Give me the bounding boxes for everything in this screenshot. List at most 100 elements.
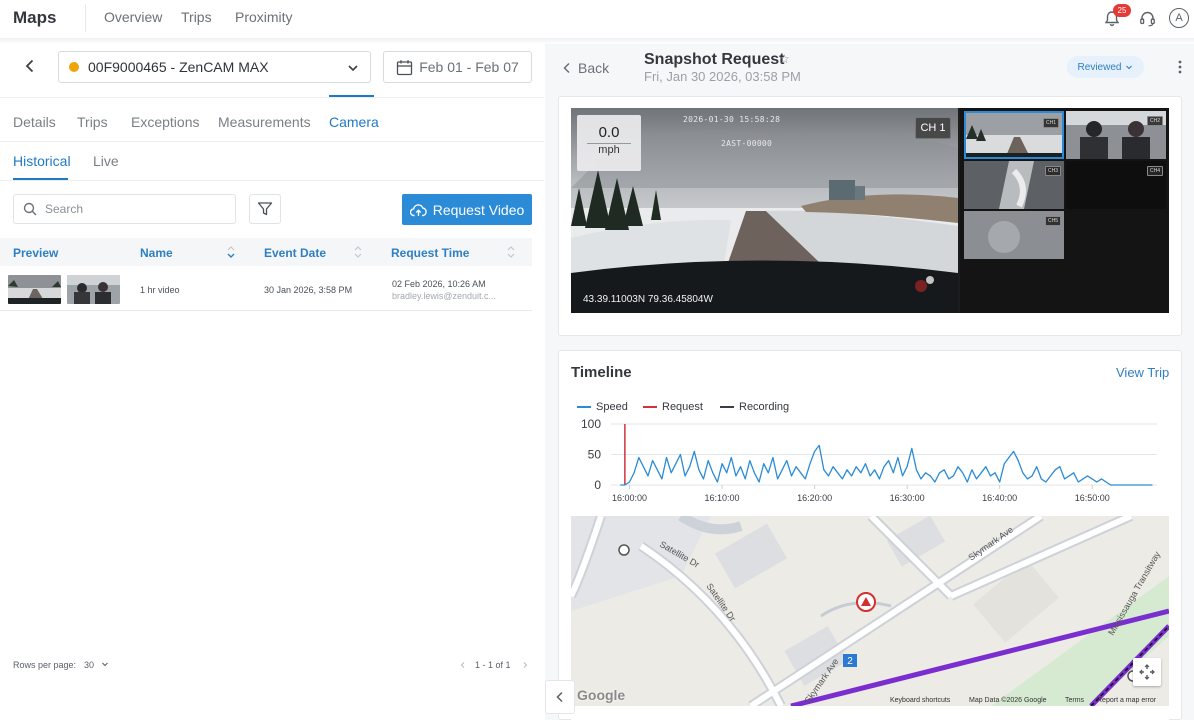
channel-thumb-tag: CH4 bbox=[1146, 166, 1163, 176]
snapshot-timestamp: Fri, Jan 30 2026, 03:58 PM bbox=[644, 69, 801, 84]
legend-item-recording[interactable]: Recording bbox=[720, 401, 789, 413]
status-badge: Reviewed bbox=[1077, 61, 1122, 73]
gps-coordinates: 43.39.11003N 79.36.45804W bbox=[583, 294, 713, 305]
legend-swatch-recording bbox=[720, 406, 734, 408]
video-id-overlay: 2AST-00000 bbox=[721, 139, 773, 148]
search-input[interactable] bbox=[45, 202, 225, 216]
map-report-error-link[interactable]: Report a map error bbox=[1097, 697, 1156, 704]
google-logo: Google bbox=[577, 687, 626, 703]
date-range-label: Feb 01 - Feb 07 bbox=[419, 59, 519, 75]
column-header-event-date[interactable]: Event Date bbox=[264, 246, 326, 260]
legend-label: Request bbox=[662, 401, 703, 413]
column-header-request-time[interactable]: Request Time bbox=[391, 246, 469, 260]
device-selector[interactable]: 00F9000465 - ZenCAM MAX bbox=[58, 51, 371, 83]
tab-trips[interactable]: Trips bbox=[77, 114, 108, 130]
collapse-panel-button[interactable] bbox=[545, 680, 575, 714]
y-tick-label: 100 bbox=[581, 417, 601, 431]
sort-icon[interactable] bbox=[353, 246, 363, 258]
preview-thumbnail-cabin[interactable] bbox=[67, 275, 120, 304]
filter-button[interactable] bbox=[249, 194, 281, 224]
legend-item-request[interactable]: Request bbox=[643, 401, 703, 413]
table-row[interactable]: 1 hr video 30 Jan 2026, 3:58 PM 02 Feb 2… bbox=[0, 271, 532, 311]
back-button[interactable]: Back bbox=[562, 60, 609, 76]
x-tick-label: 16:20:00 bbox=[797, 493, 832, 503]
headset-icon bbox=[1139, 11, 1155, 26]
preview-thumbnail-road[interactable] bbox=[8, 275, 61, 304]
channel-thumbnails: CH1 CH2 CH3 CH4 CH5 bbox=[960, 108, 1169, 313]
channel-thumb-1[interactable]: CH1 bbox=[964, 111, 1064, 159]
channel-thumb-2[interactable]: CH2 bbox=[1066, 111, 1166, 159]
left-panel: 00F9000465 - ZenCAM MAX Feb 01 - Feb 07 … bbox=[0, 44, 544, 720]
x-tick-label: 16:00:00 bbox=[612, 493, 647, 503]
back-label: Back bbox=[578, 60, 610, 76]
nav-proximity[interactable]: Proximity bbox=[235, 9, 293, 25]
speed-chart[interactable]: 0 50 100 16:00:00 16:10:00 16:20:00 16:30:00 16… bbox=[571, 414, 1169, 506]
notifications-button[interactable]: 25 bbox=[1101, 4, 1131, 29]
request-video-label: Request Video bbox=[432, 201, 525, 218]
nav-overview[interactable]: Overview bbox=[104, 9, 162, 25]
x-tick-label: 16:10:00 bbox=[705, 493, 740, 503]
speed-unit: mph bbox=[587, 143, 631, 156]
channel-thumb-3[interactable]: CH3 bbox=[964, 161, 1064, 209]
table-header: Preview Name Event Date Request Time bbox=[0, 238, 532, 266]
tab-measurements[interactable]: Measurements bbox=[218, 114, 311, 130]
legend-label: Speed bbox=[596, 401, 628, 413]
row-requested-by: bradley.lewis@zenduit.c... bbox=[392, 291, 497, 301]
sort-icon[interactable] bbox=[506, 246, 516, 258]
chevron-down-icon bbox=[1126, 65, 1133, 70]
y-tick-label: 50 bbox=[588, 448, 602, 462]
channel-thumb-tag: CH1 bbox=[1042, 118, 1059, 128]
tab-exceptions[interactable]: Exceptions bbox=[131, 114, 199, 130]
top-nav-bar: Maps Overview Trips Proximity 25 A bbox=[0, 0, 1194, 38]
account-button[interactable]: A bbox=[1168, 7, 1190, 29]
nav-trips[interactable]: Trips bbox=[181, 9, 212, 25]
chevron-right-icon[interactable] bbox=[521, 661, 529, 669]
legend-label: Recording bbox=[739, 401, 790, 413]
device-name: 00F9000465 - ZenCAM MAX bbox=[88, 59, 269, 75]
channel-thumb-tag: CH2 bbox=[1146, 116, 1163, 126]
channel-thumb-5[interactable]: CH5 bbox=[964, 211, 1064, 259]
channel-thumb-4[interactable]: CH4 bbox=[1066, 161, 1166, 209]
map-keyboard-shortcuts[interactable]: Keyboard shortcuts bbox=[890, 697, 950, 704]
chevron-down-icon bbox=[101, 662, 108, 667]
support-button[interactable] bbox=[1136, 7, 1158, 29]
column-header-preview[interactable]: Preview bbox=[13, 246, 58, 260]
tab-camera[interactable]: Camera bbox=[329, 114, 379, 130]
table-footer: Rows per page: 30 1 - 1 of 1 bbox=[0, 656, 532, 676]
calendar-icon bbox=[397, 59, 413, 75]
more-options-icon[interactable] bbox=[1178, 60, 1182, 74]
column-header-name[interactable]: Name bbox=[140, 246, 173, 260]
chevron-left-icon bbox=[556, 691, 563, 703]
device-status-dot bbox=[69, 62, 79, 72]
date-range-picker[interactable]: Feb 01 - Feb 07 bbox=[383, 51, 532, 83]
tab-details[interactable]: Details bbox=[13, 114, 56, 130]
search-icon bbox=[23, 202, 37, 216]
divider bbox=[0, 141, 544, 142]
video-player[interactable]: 0.0 mph 2026-01-30 15:58:28 2AST-00000 C… bbox=[571, 108, 1169, 313]
map-terms-link[interactable]: Terms bbox=[1065, 697, 1084, 704]
rows-per-page-value: 30 bbox=[84, 660, 95, 670]
legend-item-speed[interactable]: Speed bbox=[577, 401, 628, 413]
map-marker-label: 2 bbox=[847, 656, 853, 667]
row-name: 1 hr video bbox=[140, 285, 180, 295]
subtab-historical[interactable]: Historical bbox=[13, 153, 71, 169]
y-tick-label: 0 bbox=[594, 478, 601, 492]
status-dropdown[interactable]: Reviewed bbox=[1067, 56, 1144, 78]
trip-map[interactable]: Satellite Dr Satellite Dr Skymark Ave Sk… bbox=[571, 516, 1169, 706]
rows-per-page-select[interactable]: 30 bbox=[84, 660, 109, 670]
sort-icon[interactable] bbox=[226, 246, 236, 258]
x-tick-label: 16:30:00 bbox=[890, 493, 925, 503]
legend-swatch-speed bbox=[577, 406, 591, 408]
main-camera-frame: 0.0 mph 2026-01-30 15:58:28 2AST-00000 C… bbox=[571, 108, 958, 313]
chevron-left-icon[interactable] bbox=[459, 661, 467, 669]
subtab-live[interactable]: Live bbox=[93, 153, 119, 169]
active-tab-indicator bbox=[329, 95, 374, 97]
chevron-left-icon[interactable] bbox=[20, 56, 40, 76]
fullscreen-icon bbox=[1139, 664, 1155, 680]
video-date-overlay: 2026-01-30 15:58:28 bbox=[683, 115, 781, 124]
pagination-range: 1 - 1 of 1 bbox=[475, 660, 511, 670]
view-trip-link[interactable]: View Trip bbox=[1116, 365, 1169, 380]
request-video-button[interactable]: Request Video bbox=[402, 194, 532, 225]
fullscreen-button[interactable] bbox=[1133, 658, 1161, 686]
star-icon[interactable]: ☆ bbox=[779, 52, 790, 66]
